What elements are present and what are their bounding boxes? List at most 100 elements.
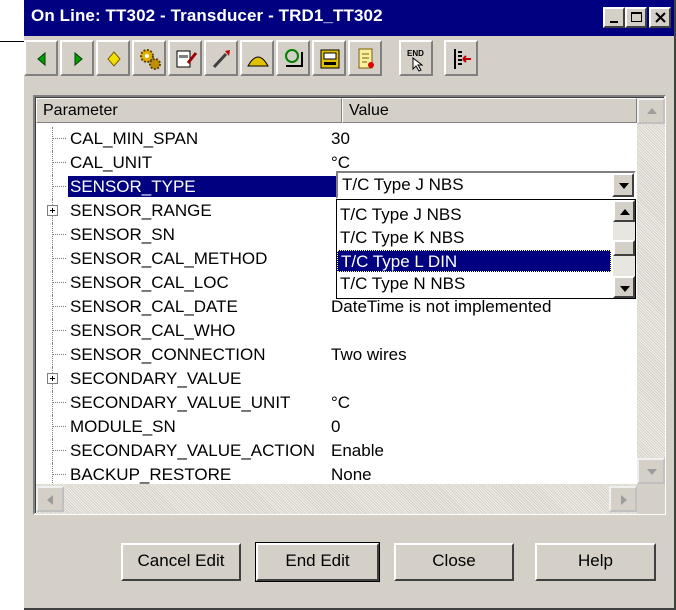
- script-button[interactable]: [348, 40, 382, 76]
- end-edit-toolbar-button[interactable]: END: [399, 40, 433, 76]
- parameter-name: SENSOR_CAL_WHO: [70, 321, 236, 340]
- tree-branch: [52, 138, 66, 139]
- tree-line: [52, 343, 53, 367]
- tree-line: [52, 295, 53, 319]
- parameter-name: SENSOR_RANGE: [70, 201, 212, 220]
- parameter-value[interactable]: None: [331, 464, 372, 484]
- trend-button[interactable]: [276, 40, 310, 76]
- column-header-parameter[interactable]: Parameter: [36, 98, 342, 123]
- scroll-down-button[interactable]: [613, 276, 635, 298]
- tree-line: [52, 127, 53, 151]
- display-icon: [320, 49, 340, 69]
- table-row[interactable]: SENSOR_CAL_WHO: [36, 319, 637, 343]
- parameter-name: SECONDARY_VALUE_ACTION: [70, 441, 315, 460]
- tree-branch: [52, 474, 66, 475]
- tree-line: [52, 415, 53, 439]
- tree-line: [52, 223, 53, 247]
- parameter-name: MODULE_SN: [70, 417, 176, 436]
- parameter-name: SENSOR_SN: [70, 225, 175, 244]
- diamond-button[interactable]: [96, 40, 130, 76]
- parameter-name: BACKUP_RESTORE: [70, 465, 232, 484]
- minimize-icon: [610, 21, 618, 23]
- column-header-value[interactable]: Value: [342, 98, 637, 123]
- minimize-button[interactable]: [603, 7, 625, 28]
- arrow-down-icon: [620, 286, 630, 292]
- close-window-button[interactable]: [649, 7, 671, 28]
- tree-branch: [52, 162, 66, 163]
- curve-icon: [247, 56, 269, 67]
- tree-branch: [52, 354, 66, 355]
- dropdown-option[interactable]: T/C Type N NBS: [337, 273, 611, 295]
- sensor-type-select[interactable]: T/C Type J NBS: [336, 171, 636, 199]
- grid-vertical-scrollbar[interactable]: [637, 98, 665, 484]
- grid-scroll-left-button[interactable]: [36, 486, 64, 512]
- table-row[interactable]: SENSOR_CONNECTION Two wires: [36, 343, 637, 367]
- calibrate-button[interactable]: [204, 40, 238, 76]
- parameter-name: SENSOR_TYPE: [68, 176, 338, 197]
- parameter-value[interactable]: Two wires: [331, 344, 407, 365]
- expand-plus-icon[interactable]: [47, 205, 58, 216]
- parameter-name: SENSOR_CAL_DATE: [70, 297, 238, 316]
- curve-button[interactable]: [240, 40, 274, 76]
- parameter-value[interactable]: 0: [331, 416, 340, 437]
- close-button[interactable]: Close: [394, 543, 514, 581]
- tree-branch: [52, 258, 66, 259]
- grid-scroll-up-button[interactable]: [637, 98, 665, 124]
- parameter-value[interactable]: °C: [331, 152, 350, 173]
- trend-icon: [285, 49, 303, 67]
- parameter-name: CAL_UNIT: [70, 153, 153, 172]
- parameter-name: CAL_MIN_SPAN: [70, 129, 199, 148]
- parameter-name: SECONDARY_VALUE_UNIT: [70, 393, 291, 412]
- tree-branch: [52, 306, 66, 307]
- forward-button[interactable]: [60, 40, 94, 76]
- settings-button[interactable]: [132, 40, 166, 76]
- table-row[interactable]: BACKUP_RESTORE None: [36, 463, 637, 484]
- scroll-up-button[interactable]: [613, 200, 635, 222]
- tree-line: [52, 151, 53, 175]
- dropdown-option[interactable]: T/C Type K NBS: [337, 227, 611, 249]
- table-row[interactable]: CAL_MIN_SPAN 30: [36, 127, 637, 151]
- display-button[interactable]: [312, 40, 346, 76]
- dropdown-option[interactable]: T/C Type L DIN: [337, 250, 611, 272]
- parameter-name: SENSOR_CAL_LOC: [70, 273, 229, 292]
- tree-branch: [52, 234, 66, 235]
- tree-line: [52, 271, 53, 295]
- dropdown-option[interactable]: T/C Type J NBS: [337, 204, 611, 226]
- table-row[interactable]: SECONDARY_VALUE: [36, 367, 637, 391]
- settings-gears-icon: [140, 49, 161, 70]
- tree-line: [52, 439, 53, 463]
- dropdown-button[interactable]: [612, 173, 634, 197]
- toolbar: END: [24, 36, 674, 84]
- table-row[interactable]: MODULE_SN 0: [36, 415, 637, 439]
- parameter-value[interactable]: 30: [331, 128, 350, 149]
- grid-horizontal-scrollbar[interactable]: [36, 484, 637, 514]
- tree-branch: [52, 330, 66, 331]
- parameter-name: SECONDARY_VALUE: [70, 369, 242, 388]
- parameter-value[interactable]: Enable: [331, 440, 384, 461]
- tree-branch: [52, 426, 66, 427]
- grid-scroll-down-button[interactable]: [637, 458, 665, 484]
- end-edit-button[interactable]: End Edit: [255, 542, 380, 582]
- arrow-left-icon: [47, 495, 53, 505]
- arrow-down-icon: [647, 469, 657, 475]
- arrow-up-icon: [647, 108, 657, 114]
- grid-scroll-right-button[interactable]: [609, 486, 637, 512]
- parameter-name: SENSOR_CONNECTION: [70, 345, 266, 364]
- help-button[interactable]: Help: [535, 543, 656, 581]
- cancel-edit-button[interactable]: Cancel Edit: [121, 543, 241, 581]
- list-action-button[interactable]: [444, 40, 478, 76]
- table-row[interactable]: SECONDARY_VALUE_UNIT °C: [36, 391, 637, 415]
- transducer-window: On Line: TT302 - Transducer - TRD1_TT302: [24, 0, 676, 610]
- dropdown-scrollbar[interactable]: [613, 200, 635, 298]
- parameter-value[interactable]: DateTime is not implemented: [331, 296, 551, 317]
- scroll-thumb[interactable]: [613, 240, 635, 256]
- tree-branch: [52, 402, 66, 403]
- maximize-button[interactable]: [625, 7, 647, 28]
- chevron-down-icon: [619, 183, 629, 189]
- table-row[interactable]: SECONDARY_VALUE_ACTION Enable: [36, 439, 637, 463]
- edit-block-button[interactable]: [168, 40, 202, 76]
- parameter-value[interactable]: °C: [331, 392, 350, 413]
- expand-plus-icon[interactable]: [47, 373, 58, 384]
- title-bar[interactable]: On Line: TT302 - Transducer - TRD1_TT302: [24, 0, 674, 36]
- back-button[interactable]: [24, 40, 58, 76]
